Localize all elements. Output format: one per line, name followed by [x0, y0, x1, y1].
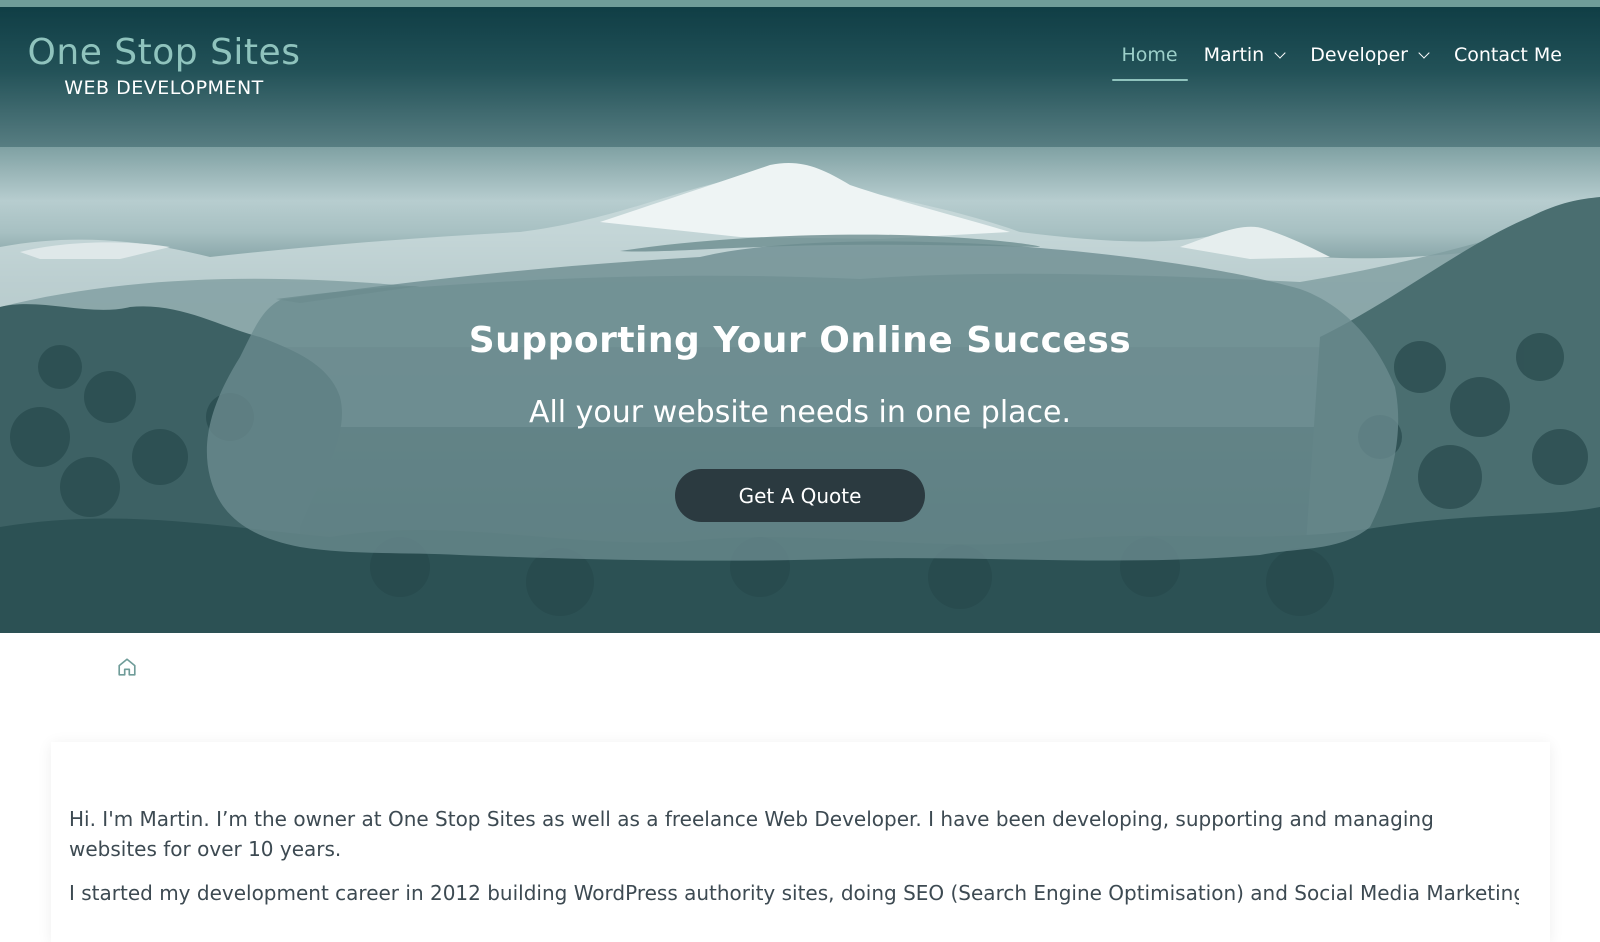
breadcrumb [116, 656, 138, 678]
chevron-down-icon [1418, 47, 1430, 59]
nav-item-label: Developer [1310, 44, 1408, 66]
top-accent-bar [0, 0, 1600, 7]
nav-item-label: Home [1121, 44, 1178, 66]
hero-subtitle: All your website needs in one place. [528, 395, 1072, 430]
site-logo[interactable]: One Stop Sites WEB DEVELOPMENT [24, 31, 304, 99]
career-paragraph: I started my development career in 2012 … [69, 881, 1519, 905]
get-a-quote-button[interactable]: Get A Quote [675, 469, 925, 522]
nav-item-developer[interactable]: Developer [1300, 37, 1438, 73]
content-card: Hi. I'm Martin. I’m the owner at One Sto… [51, 742, 1550, 942]
brand-name: One Stop Sites [27, 32, 301, 73]
nav-item-label: Contact Me [1453, 44, 1562, 66]
hero-banner: One Stop Sites WEB DEVELOPMENT Home Mart… [0, 7, 1600, 633]
nav-item-martin[interactable]: Martin [1194, 37, 1295, 73]
chevron-down-icon [1274, 47, 1286, 59]
nav-item-home[interactable]: Home [1111, 37, 1188, 81]
nav-item-label: Martin [1203, 44, 1265, 66]
nav-item-contact-me[interactable]: Contact Me [1444, 37, 1572, 73]
brand-tagline: WEB DEVELOPMENT [64, 77, 264, 99]
main-navigation: Home Martin Developer Contact Me [1106, 37, 1573, 81]
hero-title: Supporting Your Online Success [468, 320, 1132, 361]
home-icon[interactable] [116, 656, 138, 678]
intro-paragraph: Hi. I'm Martin. I’m the owner at One Sto… [69, 807, 1434, 861]
